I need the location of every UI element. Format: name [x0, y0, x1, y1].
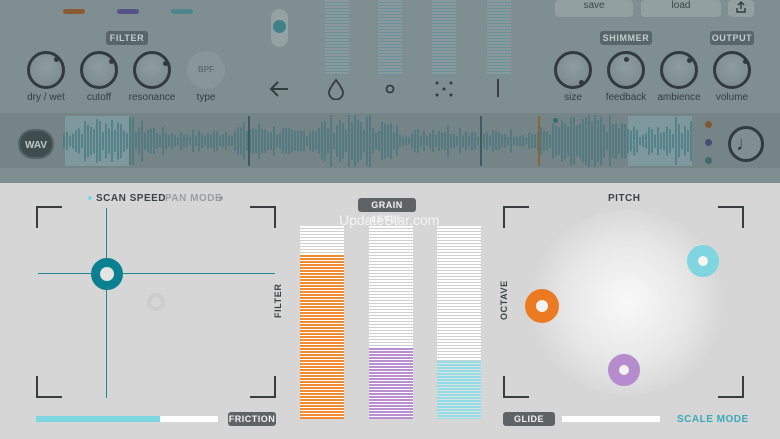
filter-type-button[interactable]: BPF [187, 51, 225, 89]
shimmer-section-label: SHIMMER [600, 31, 652, 45]
load-button[interactable]: load [641, 0, 721, 17]
note-button[interactable]: ♩ [728, 126, 764, 162]
color-tab-orange[interactable] [63, 9, 85, 14]
grain-bar-cyan-fill [437, 361, 481, 419]
feedback-knob[interactable] [607, 51, 645, 89]
color-tab-cyan[interactable] [171, 9, 193, 14]
pitch-handle-orange[interactable] [525, 289, 559, 323]
scatter-icon[interactable] [434, 80, 454, 98]
scale-mode-label[interactable]: SCALE MODE [677, 414, 749, 425]
friction-slider[interactable] [36, 416, 218, 422]
save-button[interactable]: save [555, 0, 633, 17]
pan-mode-label[interactable]: PAN MODE [165, 193, 222, 204]
back-arrow-icon[interactable] [268, 79, 290, 99]
filter-section-label: FILTER [106, 31, 148, 45]
pitch-label: PITCH [608, 193, 641, 204]
scan-crosshair-v [106, 208, 107, 398]
wav-button[interactable]: WAV [18, 129, 54, 159]
waveform-dot [553, 118, 558, 123]
scan-crosshair-h [38, 273, 275, 274]
line-icon[interactable] [497, 79, 499, 97]
waveform [63, 115, 692, 167]
resonance-knob[interactable] [133, 51, 171, 89]
friction-slider-fill [36, 416, 160, 422]
pitch-handle-purple[interactable] [608, 354, 640, 386]
cutoff-knob[interactable] [80, 51, 118, 89]
scan-speed-label[interactable]: SCAN SPEED [96, 193, 166, 204]
scan-handle[interactable] [91, 258, 123, 290]
pan-mode-dot [219, 196, 223, 200]
scan-speed-dot [88, 196, 92, 200]
grain-bar-orange[interactable] [300, 226, 344, 419]
top-slider-1[interactable] [325, 0, 349, 75]
scan-ghost-handle[interactable] [147, 293, 165, 311]
grain-bar-cyan[interactable] [437, 226, 481, 419]
glide-label[interactable]: GLIDE [503, 412, 555, 426]
color-tab-purple[interactable] [117, 9, 139, 14]
dry-wet-knob[interactable] [27, 51, 65, 89]
filter-vertical-label: FILTER [273, 283, 283, 318]
size-knob[interactable] [554, 51, 592, 89]
color-dot-3[interactable] [705, 157, 712, 164]
color-dot-2[interactable] [705, 139, 712, 146]
ambience-knob[interactable] [660, 51, 698, 89]
grain-bar-purple-fill [369, 347, 413, 419]
dot-icon[interactable] [383, 82, 397, 96]
grain-bar-purple[interactable] [369, 226, 413, 419]
playhead-marker-2[interactable] [480, 116, 482, 166]
top-slider-3[interactable] [432, 0, 456, 75]
note-icon: ♩ [736, 133, 756, 155]
glide-slider[interactable] [562, 416, 660, 422]
mini-slider-thumb[interactable] [273, 20, 286, 33]
grain-bar-orange-fill [300, 254, 344, 419]
grain-level-label: GRAIN LEVEL [358, 198, 416, 224]
friction-label[interactable]: FRICTION [228, 412, 276, 426]
playhead-marker-1[interactable] [248, 116, 250, 166]
pitch-handle-cyan[interactable] [687, 245, 719, 277]
output-section-label: OUTPUT [710, 31, 754, 45]
playhead-marker-3[interactable] [538, 116, 540, 166]
type-label: type [196, 92, 216, 103]
top-slider-2[interactable] [378, 0, 402, 75]
share-button[interactable] [728, 0, 754, 17]
color-dot-1[interactable] [705, 121, 712, 128]
top-slider-4[interactable] [487, 0, 511, 75]
volume-label: volume [715, 92, 749, 103]
share-icon [736, 1, 746, 13]
drop-icon[interactable] [327, 78, 345, 100]
volume-knob[interactable] [713, 51, 751, 89]
